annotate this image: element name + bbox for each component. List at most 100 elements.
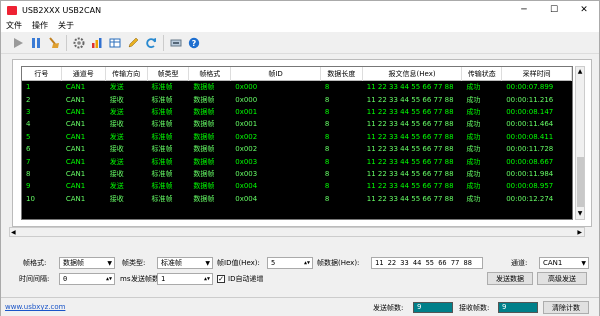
frame-type-select[interactable]: 标准帧 ▼ xyxy=(157,257,213,269)
table-row[interactable]: 1 CAN1 发送 标准帧 数据帧 0x000 8 11 22 33 44 55 66 77 … xyxy=(22,81,572,93)
header-cell[interactable]: 行号 xyxy=(22,67,62,81)
data-length-cell: 8 xyxy=(324,107,330,116)
send-frames-input[interactable]: 1 ▲▼ xyxy=(157,273,213,285)
table-row[interactable]: 2 CAN1 接收 标准帧 数据帧 0x000 8 11 22 33 44 55 66 77 … xyxy=(22,93,572,105)
header-cell[interactable]: 帧格式 xyxy=(189,67,232,81)
clear-icon[interactable] xyxy=(45,34,62,51)
frame-id-cell: 0x000 xyxy=(235,83,258,92)
data-length-cell: 8 xyxy=(324,194,330,203)
window-title: USB2XXX USB2CAN xyxy=(22,5,102,15)
transfer-status-cell: 成功 xyxy=(466,83,481,92)
header-cell[interactable]: 采样时间 xyxy=(502,67,572,81)
chevron-down-icon: ▼ xyxy=(107,260,112,267)
menu-about[interactable]: 关于 xyxy=(53,20,79,31)
horizontal-scrollbar[interactable]: ◀ ▶ xyxy=(9,227,585,237)
spinner-icon[interactable]: ▲▼ xyxy=(106,276,112,282)
pause-icon[interactable] xyxy=(27,34,44,51)
table-row[interactable]: 6 CAN1 接收 标准帧 数据帧 0x002 8 11 22 33 44 55 66 77 … xyxy=(22,143,572,155)
app-icon xyxy=(7,5,17,15)
header-cell[interactable]: 报文信息(Hex) xyxy=(363,67,463,81)
frame-id-cell: 0x003 xyxy=(235,157,258,166)
message-hex-cell: 11 22 33 44 55 66 77 88 xyxy=(366,132,454,141)
clear-count-button[interactable]: 清除计数 xyxy=(543,301,589,314)
menu-file[interactable]: 文件 xyxy=(1,20,27,31)
interval-input[interactable]: 0 ▲▼ xyxy=(59,273,115,285)
frame-id-cell: 0x002 xyxy=(235,145,258,154)
header-cell[interactable]: 帧类型 xyxy=(148,67,190,81)
title-bar: USB2XXX USB2CAN ─ ☐ ✕ xyxy=(1,1,599,19)
chart-icon[interactable] xyxy=(88,34,105,51)
table-row[interactable]: 8 CAN1 接收 标准帧 数据帧 0x003 8 11 22 33 44 55 66 77 … xyxy=(22,168,572,180)
scroll-left-icon[interactable]: ◀ xyxy=(11,228,16,237)
message-table[interactable]: 行号 通道号 传输方向 帧类型 帧格式 帧ID 数据长度 报文信息(Hex) 传… xyxy=(21,66,573,220)
direction-cell: 接收 xyxy=(109,120,124,129)
transfer-status-cell: 成功 xyxy=(466,120,481,129)
transfer-status-cell: 成功 xyxy=(466,182,481,191)
menu-operation[interactable]: 操作 xyxy=(27,20,53,31)
interval-unit: ms xyxy=(120,274,131,283)
scroll-right-icon[interactable]: ▶ xyxy=(577,228,582,237)
header-cell[interactable]: 传输方向 xyxy=(106,67,148,81)
table-row[interactable]: 3 CAN1 发送 标准帧 数据帧 0x001 8 11 22 33 44 55 66 77 … xyxy=(22,106,572,118)
sample-time-cell: 00:00:08.411 xyxy=(506,132,554,141)
channel-label: 通道: xyxy=(511,258,528,267)
help-icon[interactable]: ? xyxy=(185,34,202,51)
menu-bar: 文件 操作 关于 xyxy=(1,19,599,32)
send-data-button[interactable]: 发送数据 xyxy=(487,272,533,285)
scroll-thumb[interactable] xyxy=(577,157,584,207)
channel-select[interactable]: CAN1 ▼ xyxy=(539,257,589,269)
frame-type-cell: 标准帧 xyxy=(151,120,173,129)
data-length-cell: 8 xyxy=(324,95,330,104)
spinner-icon[interactable]: ▲▼ xyxy=(204,276,210,282)
frame-data-input[interactable]: 11 22 33 44 55 66 77 88 xyxy=(371,257,483,269)
table-row[interactable]: 4 CAN1 接收 标准帧 数据帧 0x001 8 11 22 33 44 55 66 77 … xyxy=(22,118,572,130)
edit-icon[interactable] xyxy=(124,34,141,51)
scroll-up-icon[interactable]: ▲ xyxy=(576,67,584,77)
frame-id-cell: 0x003 xyxy=(235,169,258,178)
close-button[interactable]: ✕ xyxy=(569,1,599,19)
website-link[interactable]: www.usbxyz.com xyxy=(5,303,65,311)
spinner-icon[interactable]: ▲▼ xyxy=(304,260,310,266)
header-cell[interactable]: 通道号 xyxy=(62,67,106,81)
table-row[interactable]: 9 CAN1 发送 标准帧 数据帧 0x004 8 11 22 33 44 55 66 77 … xyxy=(22,180,572,192)
sample-time-cell: 00:00:08.667 xyxy=(506,157,554,166)
toolbar: ? xyxy=(1,32,599,54)
message-hex-cell: 11 22 33 44 55 66 77 88 xyxy=(366,120,454,129)
data-length-cell: 8 xyxy=(324,120,330,129)
table-row[interactable]: 7 CAN1 发送 标准帧 数据帧 0x003 8 11 22 33 44 55 66 77 … xyxy=(22,155,572,167)
minimize-button[interactable]: ─ xyxy=(509,1,539,19)
id-increment-checkbox[interactable]: ✓ xyxy=(217,275,225,283)
scroll-down-icon[interactable]: ▼ xyxy=(576,209,584,219)
settings-icon[interactable] xyxy=(70,34,87,51)
send-frames-value: 1 xyxy=(161,275,166,283)
message-hex-cell: 11 22 33 44 55 66 77 88 xyxy=(366,157,454,166)
data-length-cell: 8 xyxy=(324,157,330,166)
channel-cell: CAN1 xyxy=(65,145,86,154)
advanced-send-button[interactable]: 高级发送 xyxy=(537,272,587,285)
table-row[interactable]: 10 CAN1 接收 标准帧 数据帧 0x004 8 11 22 33 44 55 66 77… xyxy=(22,193,572,205)
sample-time-cell: 00:00:12.274 xyxy=(506,194,554,203)
sample-time-cell: 00:00:11.728 xyxy=(506,145,554,154)
frame-format-cell: 数据帧 xyxy=(193,120,215,129)
sample-time-cell: 00:00:11.216 xyxy=(506,95,554,104)
header-cell[interactable]: 传输状态 xyxy=(462,67,503,81)
device-icon[interactable] xyxy=(167,34,184,51)
refresh-icon[interactable] xyxy=(142,34,159,51)
row-number-cell: 1 xyxy=(26,83,31,92)
vertical-scrollbar[interactable]: ▲ ▼ xyxy=(575,66,585,220)
frame-type-cell: 标准帧 xyxy=(151,194,173,203)
table-row[interactable]: 5 CAN1 发送 标准帧 数据帧 0x002 8 11 22 33 44 55 66 77 … xyxy=(22,131,572,143)
frame-format-select[interactable]: 数据帧 ▼ xyxy=(59,257,115,269)
message-hex-cell: 11 22 33 44 55 66 77 88 xyxy=(366,107,454,116)
frame-type-cell: 标准帧 xyxy=(151,182,173,191)
header-cell[interactable]: 帧ID xyxy=(231,67,321,81)
play-icon[interactable] xyxy=(9,34,26,51)
table-header: 行号 通道号 传输方向 帧类型 帧格式 帧ID 数据长度 报文信息(Hex) 传… xyxy=(22,67,572,81)
message-hex-cell: 11 22 33 44 55 66 77 88 xyxy=(366,169,454,178)
frame-format-label: 帧格式: xyxy=(23,258,47,267)
header-cell[interactable]: 数据长度 xyxy=(321,67,363,81)
row-number-cell: 3 xyxy=(26,107,31,116)
maximize-button[interactable]: ☐ xyxy=(539,1,569,19)
table-icon[interactable] xyxy=(106,34,123,51)
frame-id-input[interactable]: 5 ▲▼ xyxy=(267,257,313,269)
